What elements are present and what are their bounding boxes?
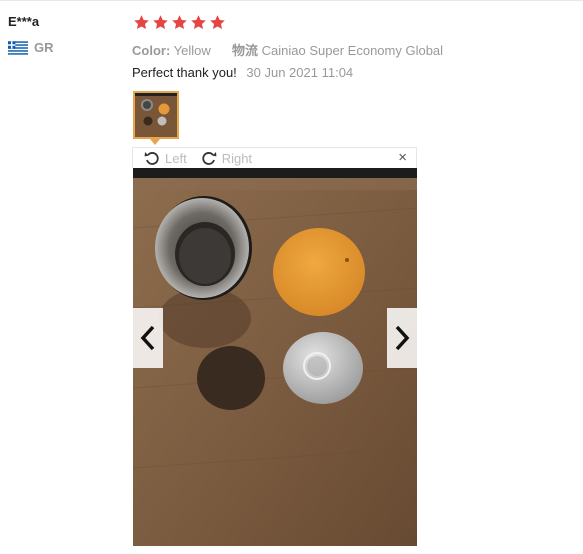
reviewer-name: E***a bbox=[8, 14, 40, 29]
star-icon bbox=[172, 15, 187, 30]
photo-viewer-toolbar: Left Right × bbox=[132, 147, 417, 168]
star-icon bbox=[210, 15, 225, 30]
rotate-left-icon bbox=[144, 152, 159, 165]
next-photo-button[interactable] bbox=[387, 308, 417, 368]
star-icon bbox=[134, 15, 149, 30]
reviewer-country: GR bbox=[8, 40, 54, 55]
previous-photo-button[interactable] bbox=[133, 308, 163, 368]
rotate-left-button[interactable]: Left bbox=[144, 150, 187, 166]
color-label: Color: bbox=[132, 43, 171, 58]
thumbnail-image bbox=[135, 93, 177, 137]
review-meta: Color: Yellow 物流 Cainiao Super Economy G… bbox=[132, 40, 443, 59]
country-code: GR bbox=[34, 40, 54, 55]
review-body: Perfect thank you! 30 Jun 2021 11:04 bbox=[132, 65, 353, 80]
review-photo-thumbnail[interactable] bbox=[133, 91, 179, 139]
shipping-label: 物流 bbox=[232, 43, 259, 58]
thumbnail-caret bbox=[150, 139, 160, 145]
shipping-value: Cainiao Super Economy Global bbox=[261, 43, 444, 58]
rotate-right-button[interactable]: Right bbox=[201, 150, 252, 166]
review-photo-large bbox=[133, 168, 417, 546]
top-divider bbox=[0, 0, 583, 1]
greece-flag-icon bbox=[8, 40, 28, 55]
star-icon bbox=[191, 15, 206, 30]
close-viewer-button[interactable]: × bbox=[398, 150, 407, 166]
chevron-left-icon bbox=[140, 325, 155, 351]
review-text: Perfect thank you! bbox=[132, 65, 237, 80]
review-date: 30 Jun 2021 11:04 bbox=[246, 65, 354, 80]
chevron-right-icon bbox=[395, 325, 410, 351]
product-photo bbox=[133, 168, 417, 546]
rotate-right-label: Right bbox=[221, 150, 253, 166]
star-icon bbox=[153, 15, 168, 30]
rotate-right-icon bbox=[202, 152, 217, 165]
color-value: Yellow bbox=[173, 43, 211, 58]
star-rating bbox=[133, 14, 226, 31]
rotate-left-label: Left bbox=[165, 150, 187, 166]
